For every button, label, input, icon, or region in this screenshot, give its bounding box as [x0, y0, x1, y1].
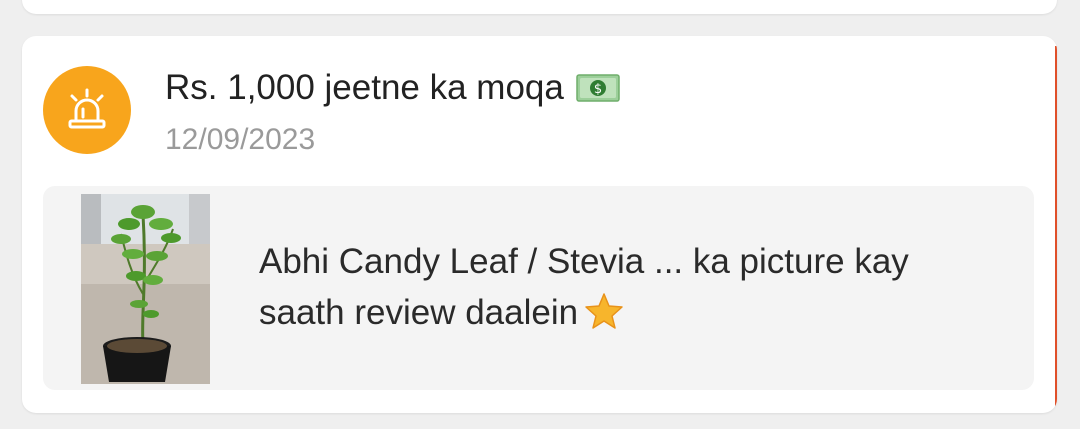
money-bill-icon: $: [576, 73, 620, 103]
previous-notification-card[interactable]: [22, 0, 1057, 14]
notification-date: 12/09/2023: [165, 123, 316, 156]
review-prompt-text: Abhi Candy Leaf / Stevia ... ka picture …: [259, 236, 999, 338]
card-accent-bar: [1055, 46, 1057, 406]
product-thumbnail[interactable]: [81, 194, 210, 384]
svg-text:$: $: [594, 82, 602, 97]
notification-card[interactable]: Rs. 1,000 jeetne ka moqa $ 12/09/2023 Ab…: [22, 36, 1057, 413]
notification-title: Rs. 1,000 jeetne ka moqa: [165, 68, 564, 107]
product-review-box[interactable]: Abhi Candy Leaf / Stevia ... ka picture …: [43, 186, 1034, 390]
notification-title-row: Rs. 1,000 jeetne ka moqa $: [165, 66, 620, 110]
alert-siren-icon: [43, 66, 131, 154]
star-icon: [584, 292, 624, 330]
